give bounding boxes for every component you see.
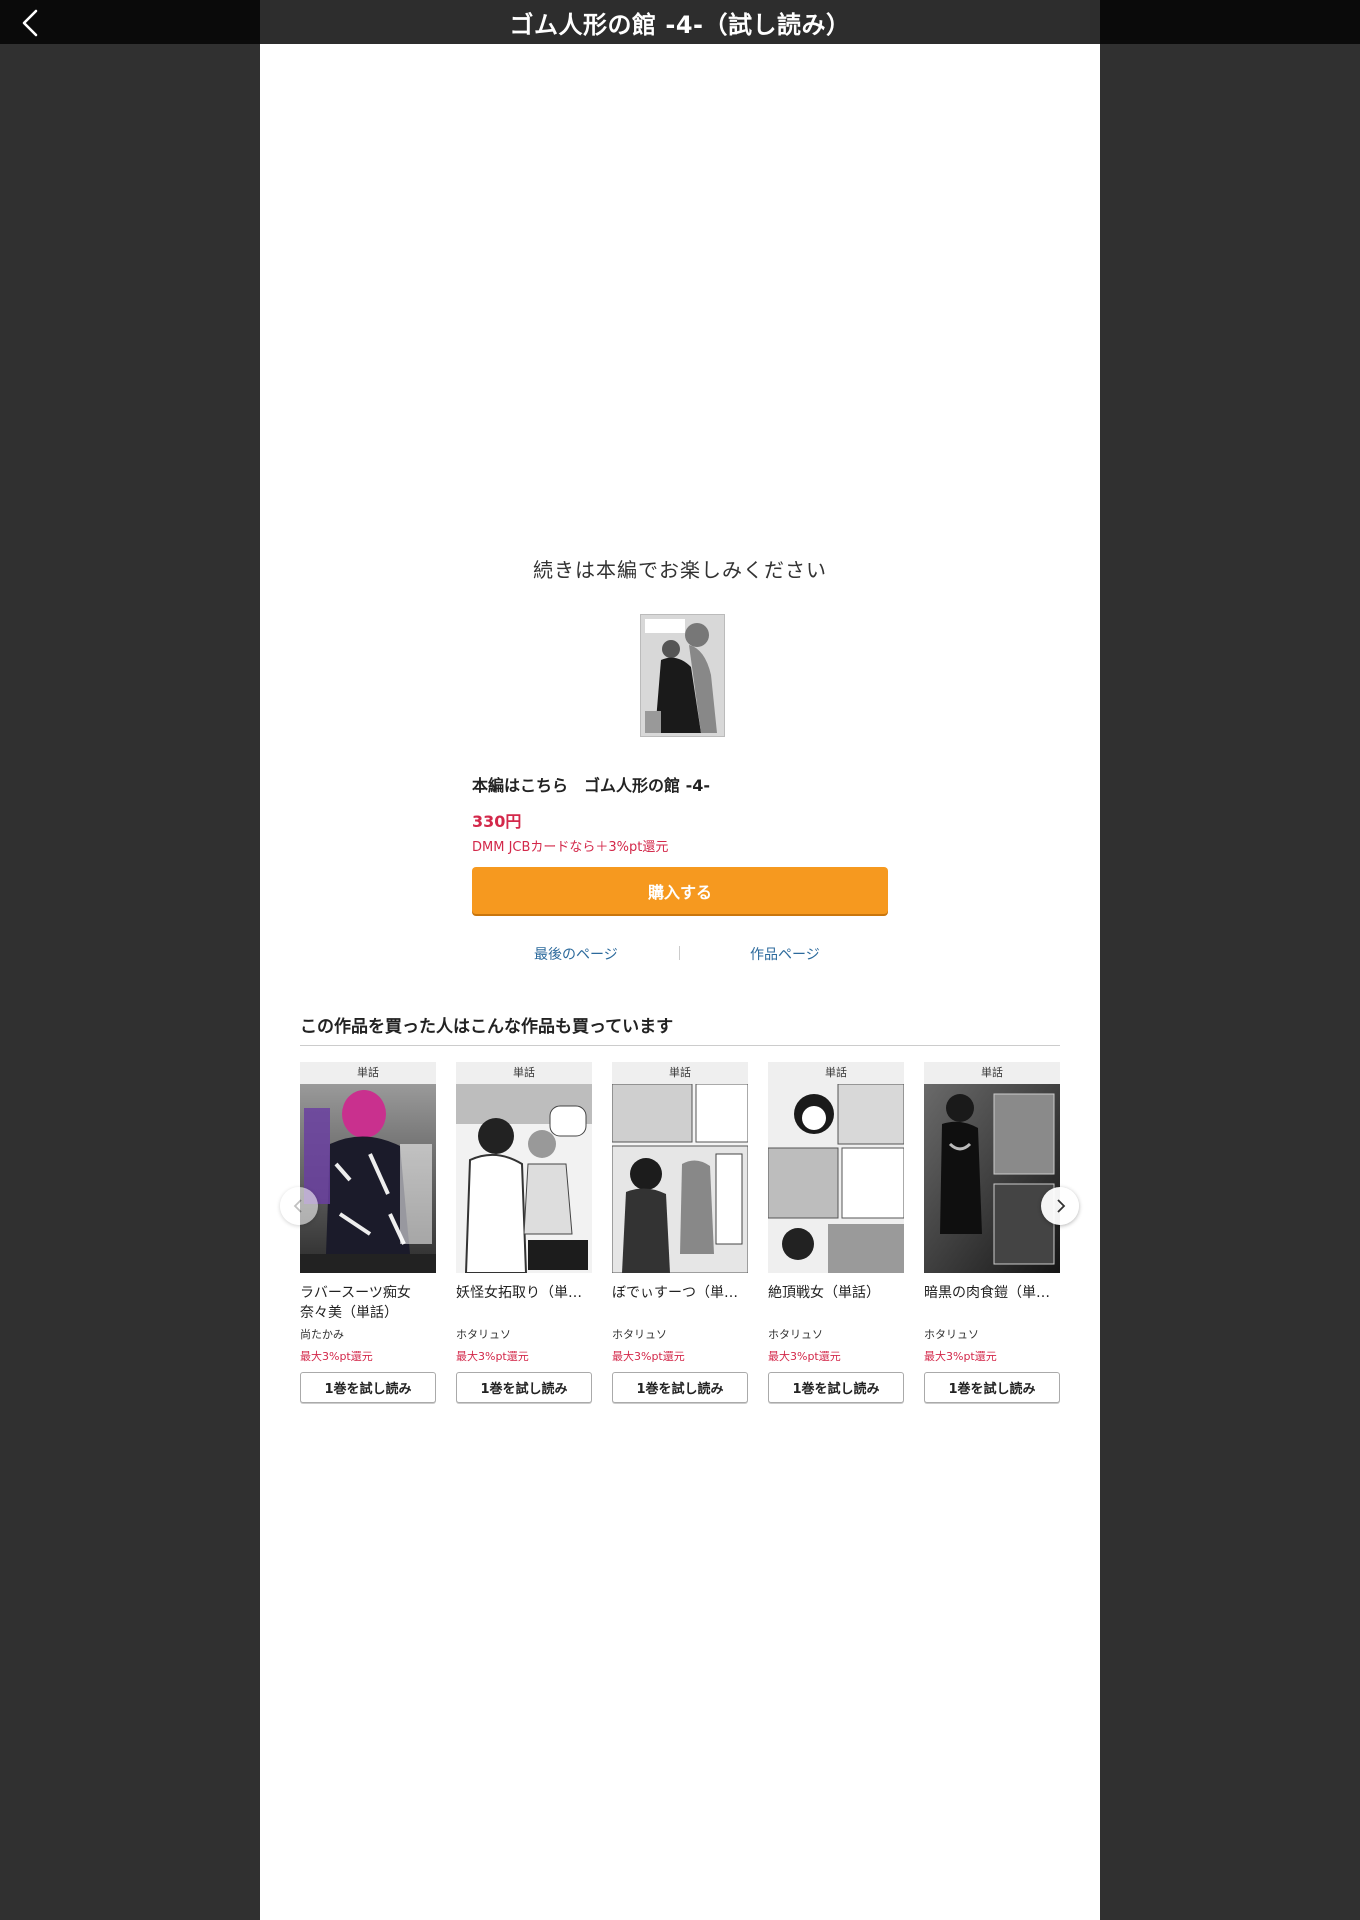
carousel-next-button[interactable] (1041, 1187, 1079, 1225)
buy-button[interactable]: 購入する (472, 867, 888, 914)
recommendations-heading: この作品を買った人はこんな作品も買っています (300, 1017, 674, 1037)
card-points: 最大3%pt還元 (768, 1350, 841, 1363)
card-cover-image[interactable] (768, 1084, 904, 1273)
card-points: 最大3%pt還元 (924, 1350, 997, 1363)
card-cover-image[interactable] (924, 1084, 1060, 1273)
trial-read-button[interactable]: 1巻を試し読み (924, 1372, 1060, 1403)
jcb-point-note: DMM JCBカードなら＋3%pt還元 (472, 840, 669, 855)
recommendation-card[interactable]: 単話 絶頂戦女（単話） ホタリュソ 最大3%pt還元 1巻を試し読み (768, 1062, 904, 1403)
recommendation-card[interactable]: 単話 暗黒の肉食鎧（単… ホタリュソ 最大3%pt還元 1巻を試し読み (924, 1062, 1060, 1403)
card-cover-image[interactable] (456, 1084, 592, 1273)
link-divider (679, 946, 680, 960)
page-title: ゴム人形の館 -4-（試し読み） (260, 0, 1100, 44)
card-author[interactable]: ホタリュソ (924, 1326, 1060, 1342)
reader-page: 続きは本編でお楽しみください 本編はこちら ゴム人形の館 -4- 330円 DM… (260, 44, 1100, 1920)
divider (300, 1045, 1060, 1046)
trial-read-button[interactable]: 1巻を試し読み (456, 1372, 592, 1403)
card-type-label: 単話 (924, 1062, 1060, 1084)
back-button[interactable] (14, 6, 48, 40)
continue-message: 続きは本編でお楽しみください (533, 558, 827, 582)
trial-read-button[interactable]: 1巻を試し読み (300, 1372, 436, 1403)
main-work-title[interactable]: 本編はこちら ゴム人形の館 -4- (472, 772, 710, 796)
card-type-label: 単話 (768, 1062, 904, 1084)
card-points: 最大3%pt還元 (612, 1350, 685, 1363)
card-title[interactable]: 暗黒の肉食鎧（単… (924, 1283, 1060, 1323)
card-cover-image[interactable] (300, 1084, 436, 1273)
card-type-label: 単話 (300, 1062, 436, 1084)
chevron-left-icon (293, 1199, 302, 1213)
card-author[interactable]: ホタリュソ (612, 1326, 748, 1342)
trial-read-button[interactable]: 1巻を試し読み (612, 1372, 748, 1403)
card-title[interactable]: 絶頂戦女（単話） (768, 1283, 904, 1323)
card-title[interactable]: ラバースーツ痴女 奈々美（単話） (300, 1283, 436, 1323)
card-cover-image[interactable] (612, 1084, 748, 1273)
card-type-label: 単話 (612, 1062, 748, 1084)
card-author[interactable]: 尚たかみ (300, 1326, 436, 1342)
card-type-label: 単話 (456, 1062, 592, 1084)
card-author[interactable]: ホタリュソ (456, 1326, 592, 1342)
main-cover-image[interactable] (640, 614, 725, 737)
card-title[interactable]: ぼでぃすーつ（単… (612, 1283, 748, 1323)
work-page-link[interactable]: 作品ページ (750, 944, 820, 964)
recommendation-card[interactable]: 単話 ぼでぃすーつ（単… ホタリュソ 最大3%pt還元 1巻を試し読み (612, 1062, 748, 1403)
recommendation-card[interactable]: 単話 妖怪女拓取り（単… ホタリュソ 最大3%pt還元 1巻を試し読み (456, 1062, 592, 1403)
recommendation-card[interactable]: 単話 ラバースーツ痴女 奈々美（単話） 尚たかみ 最大3%pt還元 1巻を試し読… (300, 1062, 436, 1403)
card-author[interactable]: ホタリュソ (768, 1326, 904, 1342)
chevron-left-icon (22, 9, 38, 37)
carousel-prev-button[interactable] (280, 1187, 318, 1225)
card-title[interactable]: 妖怪女拓取り（単… (456, 1283, 592, 1323)
card-points: 最大3%pt還元 (300, 1350, 373, 1363)
price: 330円 (472, 812, 522, 831)
chevron-right-icon (1057, 1199, 1066, 1213)
last-page-link[interactable]: 最後のページ (534, 944, 618, 964)
trial-read-button[interactable]: 1巻を試し読み (768, 1372, 904, 1403)
card-points: 最大3%pt還元 (456, 1350, 529, 1363)
